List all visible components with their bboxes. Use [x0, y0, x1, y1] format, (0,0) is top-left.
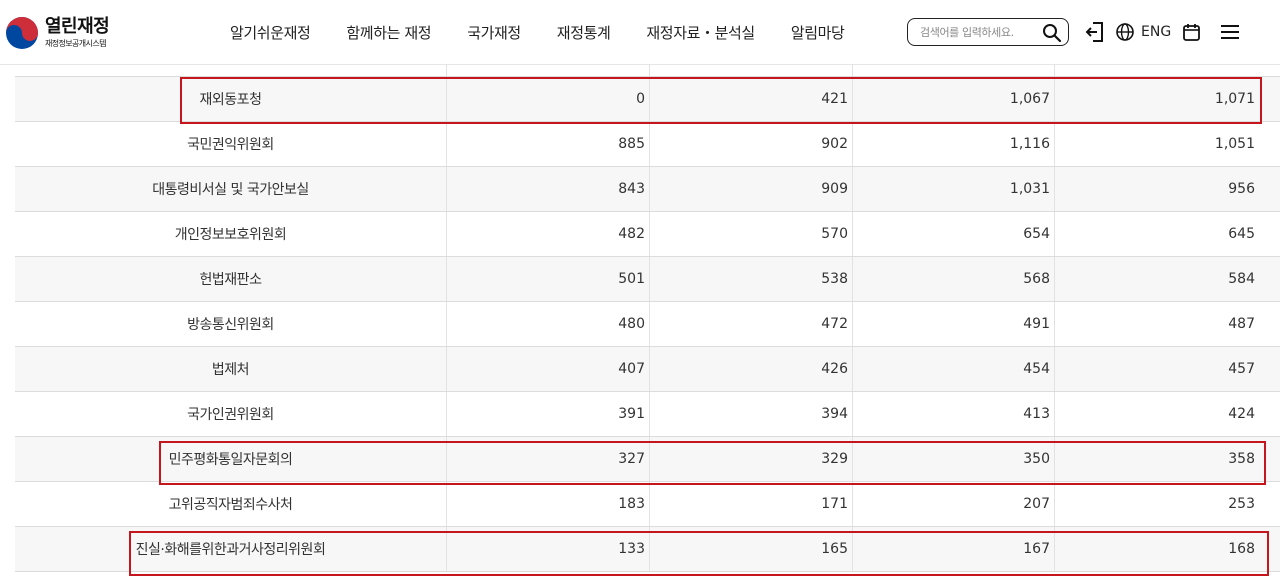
table-row: 고위공직자범죄수사처 183 171 207 253	[15, 482, 1280, 527]
value-cell: 843	[447, 167, 650, 211]
org-name-cell: 대통령비서실 및 국가안보실	[15, 167, 447, 211]
value-cell: 570	[650, 212, 853, 256]
value-cell: 168	[1228, 541, 1255, 557]
value-cell: 407	[447, 347, 650, 391]
value-cell: 457	[1228, 361, 1255, 377]
value-cell: 133	[447, 527, 650, 571]
language-eng-link[interactable]: ENG	[1141, 24, 1171, 40]
value-cell: 538	[650, 257, 853, 301]
value-cell: 472	[650, 302, 853, 346]
table-row: 방송통신위원회 480 472 491 487	[15, 302, 1280, 347]
table-row: 민주평화통일자문회의 327 329 350 358	[15, 437, 1280, 482]
nav-item-together-finance[interactable]: 함께하는 재정	[346, 22, 431, 43]
value-cell: 358	[1228, 451, 1255, 467]
value-cell: 350	[853, 437, 1055, 481]
budget-table: 재외동포청 0 421 1,067 1,071 국민권익위원회 885 902 …	[15, 64, 1280, 572]
table-row: 재외동포청 0 421 1,067 1,071	[15, 77, 1280, 122]
table-row-partial	[15, 64, 1280, 77]
value-cell: 654	[853, 212, 1055, 256]
value-cell: 454	[853, 347, 1055, 391]
org-name-cell: 고위공직자범죄수사처	[15, 482, 447, 526]
value-cell: 482	[447, 212, 650, 256]
taegeuk-logo-icon	[6, 17, 38, 49]
search-icon[interactable]	[1042, 23, 1062, 43]
org-name-cell: 민주평화통일자문회의	[15, 437, 447, 481]
table-row: 헌법재판소 501 538 568 584	[15, 257, 1280, 302]
value-cell: 885	[447, 122, 650, 166]
value-cell: 327	[447, 437, 650, 481]
value-cell: 391	[447, 392, 650, 436]
value-cell: 167	[853, 527, 1055, 571]
value-cell: 0	[447, 77, 650, 121]
value-cell: 394	[650, 392, 853, 436]
value-cell: 1,071	[1214, 91, 1255, 107]
calendar-icon[interactable]	[1183, 23, 1200, 41]
org-name-cell: 법제처	[15, 347, 447, 391]
table-row: 개인정보보호위원회 482 570 654 645	[15, 212, 1280, 257]
value-cell: 584	[1228, 271, 1255, 287]
value-cell: 165	[650, 527, 853, 571]
nav-item-finance-statistics[interactable]: 재정통계	[557, 22, 611, 43]
value-cell: 329	[650, 437, 853, 481]
table-row: 국가인권위원회 391 394 413 424	[15, 392, 1280, 437]
value-cell: 645	[1228, 226, 1255, 242]
value-cell: 1,116	[853, 122, 1055, 166]
table-row: 진실·화해를위한과거사정리위원회 133 165 167 168	[15, 527, 1280, 572]
value-cell: 902	[650, 122, 853, 166]
org-name-cell: 국민권익위원회	[15, 122, 447, 166]
nav-item-data-analysis[interactable]: 재정자료・분석실	[646, 22, 755, 43]
value-cell: 909	[650, 167, 853, 211]
org-name-cell: 방송통신위원회	[15, 302, 447, 346]
value-cell: 171	[650, 482, 853, 526]
value-cell: 207	[853, 482, 1055, 526]
search-input[interactable]	[920, 23, 1038, 41]
table-row: 국민권익위원회 885 902 1,116 1,051	[15, 122, 1280, 167]
nav-item-national-finance[interactable]: 국가재정	[467, 22, 521, 43]
value-cell: 1,067	[853, 77, 1055, 121]
org-name-cell: 진실·화해를위한과거사정리위원회	[15, 527, 447, 571]
value-cell: 413	[853, 392, 1055, 436]
logo-subtitle: 재정정보공개시스템	[45, 39, 106, 48]
site-header: 열린재정 재정정보공개시스템 알기쉬운재정 함께하는 재정 국가재정 재정통계 …	[0, 0, 1280, 65]
search-box	[907, 18, 1069, 46]
value-cell: 487	[1228, 316, 1255, 332]
table-row: 대통령비서실 및 국가안보실 843 909 1,031 956	[15, 167, 1280, 212]
nav-item-easy-finance[interactable]: 알기쉬운재정	[230, 22, 311, 43]
value-cell: 480	[447, 302, 650, 346]
org-name-cell: 개인정보보호위원회	[15, 212, 447, 256]
value-cell: 1,051	[1214, 136, 1255, 152]
value-cell: 568	[853, 257, 1055, 301]
value-cell: 424	[1228, 406, 1255, 422]
logo-title: 열린재정	[45, 16, 110, 37]
login-icon[interactable]	[1085, 21, 1105, 43]
value-cell: 183	[447, 482, 650, 526]
hamburger-menu-icon[interactable]	[1220, 24, 1240, 40]
value-cell: 491	[853, 302, 1055, 346]
site-logo[interactable]: 열린재정 재정정보공개시스템	[5, 14, 115, 52]
main-nav: 알기쉬운재정 함께하는 재정 국가재정 재정통계 재정자료・분석실 알림마당	[230, 22, 845, 43]
value-cell: 421	[650, 77, 853, 121]
globe-icon[interactable]	[1116, 23, 1134, 41]
value-cell: 426	[650, 347, 853, 391]
value-cell: 1,031	[853, 167, 1055, 211]
org-name-cell: 국가인권위원회	[15, 392, 447, 436]
org-name-cell: 헌법재판소	[15, 257, 447, 301]
org-name-cell: 재외동포청	[15, 77, 447, 121]
table-row: 법제처 407 426 454 457	[15, 347, 1280, 392]
nav-item-notice[interactable]: 알림마당	[791, 22, 845, 43]
value-cell: 253	[1228, 496, 1255, 512]
value-cell: 501	[447, 257, 650, 301]
value-cell: 956	[1228, 181, 1255, 197]
